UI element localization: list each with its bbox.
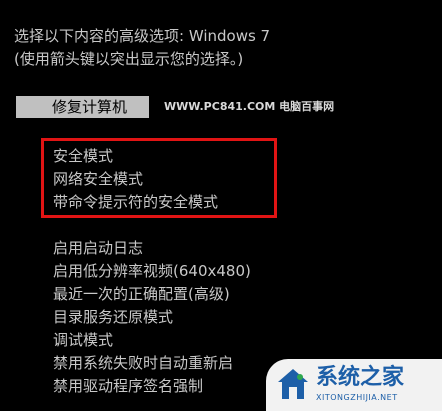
option-repair-computer[interactable]: 修复计算机	[16, 96, 149, 118]
option-boot-logging[interactable]: 启用启动日志	[53, 238, 143, 258]
logo-subtitle: XITONGZHIJIA.NET	[316, 393, 398, 402]
option-safe-mode-networking[interactable]: 网络安全模式	[53, 169, 143, 189]
option-disable-driver-signature[interactable]: 禁用驱动程序签名强制	[53, 376, 203, 396]
house-logo-icon	[278, 369, 308, 399]
menu-instructions: (使用箭头键以突出显示您的选择。)	[14, 50, 244, 68]
watermark-logo: 系统之家 XITONGZHIJIA.NET	[266, 359, 442, 411]
option-last-known-good[interactable]: 最近一次的正确配置(高级)	[53, 284, 230, 304]
option-low-resolution-video[interactable]: 启用低分辨率视频(640x480)	[53, 261, 251, 281]
option-disable-auto-restart[interactable]: 禁用系统失败时自动重新启	[53, 353, 233, 373]
logo-title: 系统之家	[316, 365, 405, 390]
option-debugging-mode[interactable]: 调试模式	[53, 330, 113, 350]
option-safe-mode-command-prompt[interactable]: 带命令提示符的安全模式	[53, 192, 218, 212]
watermark-pc841: WWW.PC841.COM 电脑百事网	[164, 100, 335, 113]
option-safe-mode[interactable]: 安全模式	[53, 146, 113, 166]
option-directory-services-restore[interactable]: 目录服务还原模式	[53, 307, 173, 327]
menu-title: 选择以下内容的高级选项: Windows 7	[14, 27, 271, 45]
